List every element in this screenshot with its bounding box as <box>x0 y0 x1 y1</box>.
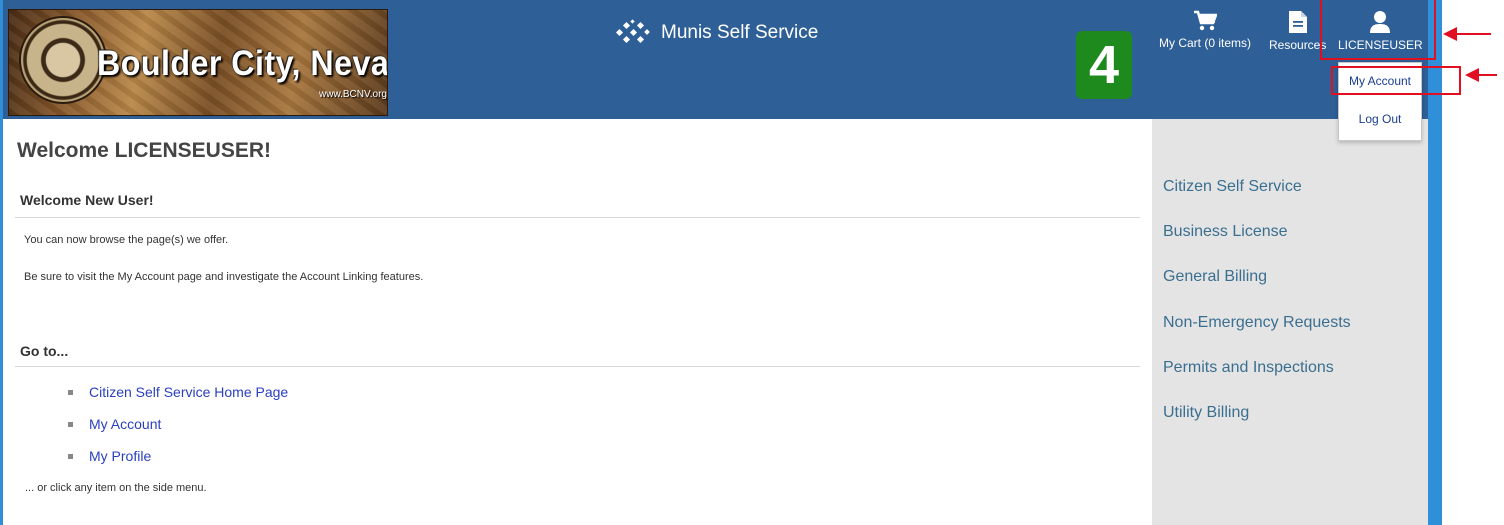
section-heading-goto: Go to... <box>20 343 69 359</box>
sidebar-item-citizen-self-service[interactable]: Citizen Self Service <box>1163 178 1302 196</box>
resources-label: Resources <box>1269 38 1327 52</box>
sidebar-item-permits-inspections[interactable]: Permits and Inspections <box>1163 359 1334 377</box>
side-menu: Citizen Self Service Business License Ge… <box>1152 119 1428 525</box>
annotation-arrow-icon <box>1465 68 1497 82</box>
cart-icon <box>1194 10 1217 31</box>
account-hint-text: Be sure to visit the My Account page and… <box>24 271 424 283</box>
sidebar-item-general-billing[interactable]: General Billing <box>1163 268 1267 286</box>
munis-logo-icon <box>615 19 651 46</box>
dropdown-log-out[interactable]: Log Out <box>1339 112 1421 126</box>
sidebar-item-non-emergency-requests[interactable]: Non-Emergency Requests <box>1163 314 1351 332</box>
logo-url: www.BCNV.org <box>319 89 387 100</box>
annotation-highlight-my-account <box>1331 66 1461 95</box>
resources-button[interactable]: Resources <box>1269 10 1326 52</box>
document-icon <box>1288 11 1307 33</box>
city-seal-icon <box>19 16 107 104</box>
app-title-text: Munis Self Service <box>661 22 819 43</box>
list-item: My Account <box>68 416 161 432</box>
logo-title: Boulder City, Nevada <box>97 44 388 83</box>
section-heading-welcome: Welcome New User! <box>20 192 154 208</box>
city-logo[interactable]: Boulder City, Nevada www.BCNV.org <box>8 9 388 116</box>
annotation-highlight-user-menu <box>1320 0 1436 60</box>
side-menu-hint: ... or click any item on the side menu. <box>25 482 207 494</box>
divider <box>15 366 1140 367</box>
sidebar-item-utility-billing[interactable]: Utility Billing <box>1163 404 1249 422</box>
site-header: Boulder City, Nevada www.BCNV.org Munis … <box>3 0 1428 119</box>
page-title: Welcome LICENSEUSER! <box>17 139 271 162</box>
sidebar-item-business-license[interactable]: Business License <box>1163 223 1288 241</box>
welcome-text: You can now browse the page(s) we offer. <box>24 234 229 246</box>
bullet-icon <box>68 389 73 395</box>
bullet-icon <box>68 421 73 427</box>
step-badge: 4 <box>1076 31 1132 99</box>
link-citizen-self-service-home[interactable]: Citizen Self Service Home Page <box>89 384 288 400</box>
link-my-account[interactable]: My Account <box>89 416 161 432</box>
app-title: Munis Self Service <box>615 19 819 46</box>
bullet-icon <box>68 453 73 459</box>
list-item: My Profile <box>68 448 151 464</box>
list-item: Citizen Self Service Home Page <box>68 384 288 400</box>
annotation-arrow-icon <box>1443 27 1491 41</box>
cart-label: My Cart (0 items) <box>1159 36 1252 50</box>
divider <box>15 217 1140 218</box>
link-my-profile[interactable]: My Profile <box>89 448 151 464</box>
cart-button[interactable]: My Cart (0 items) <box>1159 10 1251 50</box>
